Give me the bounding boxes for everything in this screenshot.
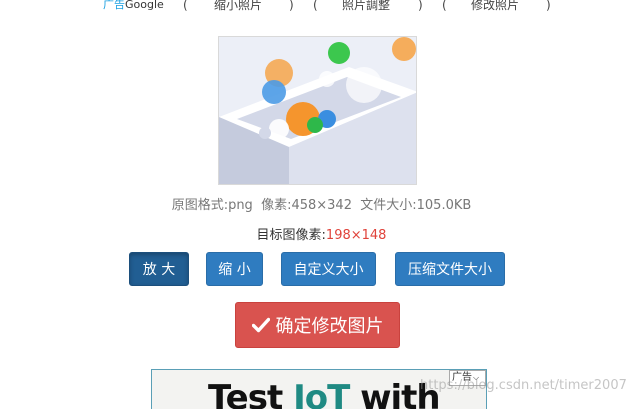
paren-close: ) bbox=[418, 0, 423, 12]
check-icon bbox=[251, 317, 270, 333]
ad-headline-pre: Test bbox=[208, 378, 294, 409]
ad-label: 广告 bbox=[103, 0, 125, 11]
zoom-in-button[interactable]: 放 大 bbox=[129, 252, 189, 286]
paren-close: ) bbox=[546, 0, 551, 12]
target-value: 198×148 bbox=[325, 228, 387, 243]
target-label: 目标图像素: bbox=[256, 228, 326, 243]
format-label: 原图格式:png bbox=[171, 198, 253, 213]
compress-size-button[interactable]: 压缩文件大小 bbox=[395, 252, 505, 286]
image-info: 原图格式:png 像素:458×342 文件大小:105.0KB bbox=[0, 194, 643, 213]
nav-link-shrink-photo[interactable]: 缩小照片 bbox=[214, 0, 262, 12]
watermark: https://blog.csdn.net/timer2007 bbox=[420, 378, 627, 393]
custom-size-button[interactable]: 自定义大小 bbox=[281, 252, 376, 286]
ad-headline-highlight: IoT bbox=[293, 378, 350, 409]
target-pixels: 目标图像素:198×148 bbox=[0, 224, 643, 243]
size-label: 文件大小:105.0KB bbox=[360, 198, 472, 213]
nav-link-adjust-photo[interactable]: 照片調整 bbox=[342, 0, 390, 12]
preview-illustration bbox=[219, 37, 416, 184]
paren-open: ( bbox=[183, 0, 188, 12]
paren-close: ) bbox=[289, 0, 294, 12]
image-preview bbox=[218, 36, 417, 185]
confirm-label: 确定修改图片 bbox=[275, 316, 384, 337]
top-nav: 广告Google ( 缩小照片 ) ( 照片調整 ) ( 修改照片 ) bbox=[0, 0, 643, 14]
paren-open: ( bbox=[313, 0, 318, 12]
ad-link[interactable]: 广告Google bbox=[103, 0, 164, 12]
ad-google-label: Google bbox=[125, 0, 164, 11]
nav-link-edit-photo[interactable]: 修改照片 bbox=[471, 0, 519, 12]
zoom-out-button[interactable]: 缩 小 bbox=[206, 252, 263, 286]
pixel-label: 像素:458×342 bbox=[261, 198, 352, 213]
ad-headline: Test IoT with bbox=[208, 378, 441, 409]
confirm-edit-button[interactable]: 确定修改图片 bbox=[235, 302, 400, 348]
paren-open: ( bbox=[442, 0, 447, 12]
